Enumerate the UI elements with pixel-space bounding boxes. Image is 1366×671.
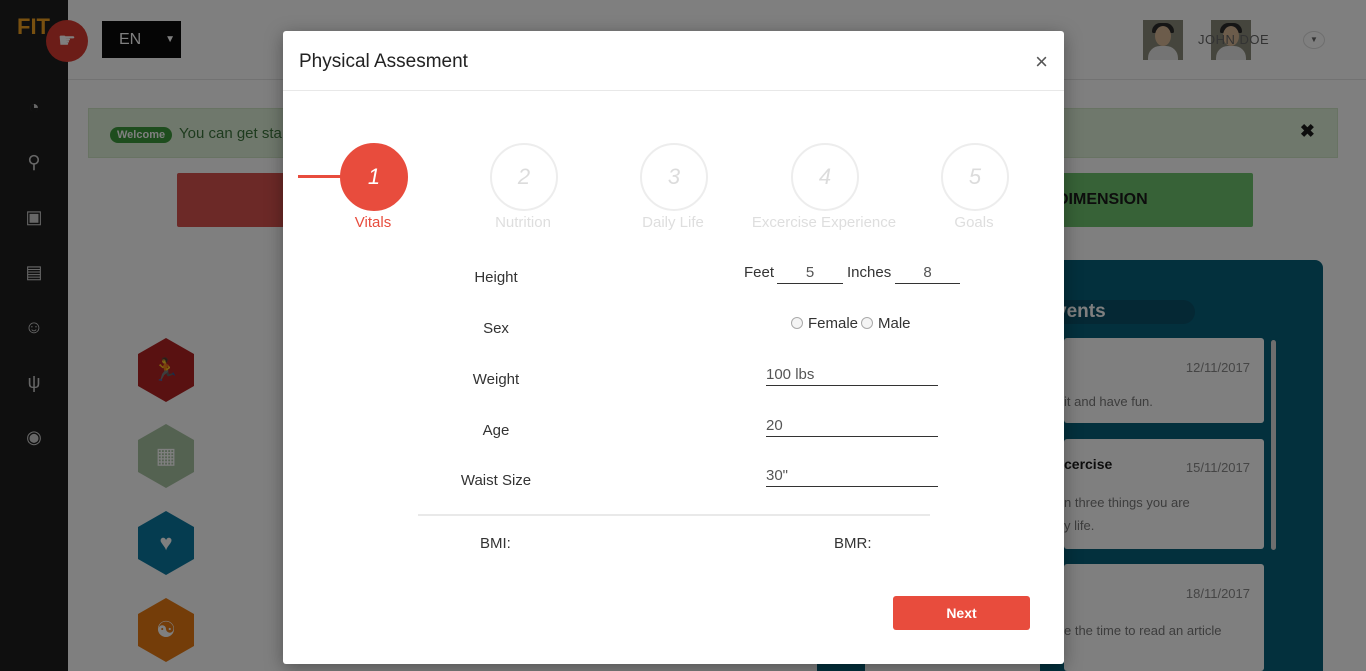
step-number: 5 [941, 143, 1009, 211]
physical-assessment-modal: Physical Assesment × 1 Vitals 2 Nutritio… [283, 31, 1064, 664]
next-button[interactable]: Next [893, 596, 1030, 630]
female-radio[interactable] [791, 317, 803, 329]
feet-input[interactable] [777, 264, 843, 284]
height-label: Height [474, 269, 518, 286]
modal-title: Physical Assesment [299, 51, 468, 72]
weight-input[interactable] [766, 366, 938, 386]
waist-size-input[interactable] [766, 467, 938, 487]
male-radio[interactable] [861, 317, 873, 329]
step-goals[interactable]: 5 Goals [884, 143, 1064, 243]
step-number: 2 [490, 143, 558, 211]
waist-size-label: Waist Size [460, 472, 532, 489]
step-number: 4 [791, 143, 859, 211]
inches-input[interactable] [895, 264, 960, 284]
inches-label: Inches [847, 264, 892, 281]
modal-header: Physical Assesment × [283, 31, 1064, 91]
age-label: Age [482, 422, 510, 439]
divider [418, 514, 930, 516]
step-number: 3 [640, 143, 708, 211]
bmi-label: BMI: [480, 535, 511, 552]
step-number: 1 [340, 143, 408, 211]
sex-label: Sex [483, 320, 509, 337]
step-label: Goals [954, 214, 994, 231]
feet-label: Feet [744, 264, 775, 281]
age-input[interactable] [766, 417, 938, 437]
bmr-label: BMR: [834, 535, 872, 552]
weight-label: Weight [472, 371, 520, 388]
male-label: Male [878, 315, 911, 332]
close-icon[interactable]: × [1035, 51, 1048, 73]
female-label: Female [808, 315, 859, 332]
